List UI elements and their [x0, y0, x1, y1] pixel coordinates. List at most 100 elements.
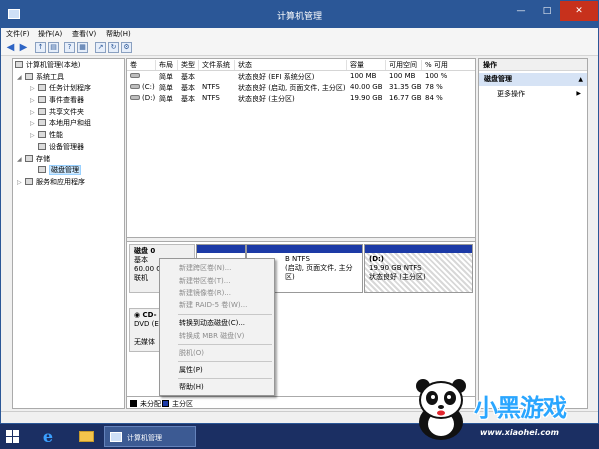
taskbar-computer-management[interactable]: 计算机管理 [104, 426, 196, 447]
menu-item-new-mirrored[interactable]: 新建镜像卷(R)... [179, 288, 231, 298]
watermark: 小黑游戏 www.xiaohei.com [402, 376, 599, 449]
title-bar[interactable]: 计算机管理 — □ ✕ [1, 1, 598, 28]
menu-item-new-raid5[interactable]: 新建 RAID-5 卷(W)... [179, 300, 247, 310]
volume-row[interactable]: 简单 基本 状态良好 (EFI 系统分区) 100 MB 100 MB 100 … [127, 72, 475, 82]
column-header-status[interactable]: 状态 [235, 60, 347, 70]
legend-swatch-unallocated [130, 400, 137, 407]
disk-management-icon [38, 166, 46, 173]
properties-icon[interactable]: ▦ [77, 42, 88, 53]
column-header-percent-free[interactable]: % 可用 [422, 60, 475, 70]
volume-row[interactable]: (C:) 简单 基本 NTFS 状态良好 (启动, 页面文件, 主分区) 40.… [127, 83, 475, 93]
partition-d-name: (D:) [369, 255, 385, 263]
legend-unallocated: 未分配 [140, 400, 161, 408]
file-explorer-icon[interactable] [74, 426, 98, 447]
close-button[interactable]: ✕ [560, 1, 598, 21]
column-header-filesystem[interactable]: 文件系统 [199, 60, 235, 70]
collapse-icon[interactable]: ◢ [17, 73, 25, 83]
menu-file[interactable]: 文件(F) [6, 29, 30, 39]
menu-view[interactable]: 查看(V) [72, 29, 96, 39]
tree-root[interactable]: 计算机管理(本地) [15, 60, 80, 70]
menu-item-new-striped[interactable]: 新建带区卷(T)... [179, 276, 230, 286]
volume-percent-free: 100 % [425, 72, 448, 80]
tree-item-services-apps[interactable]: ▷ 服务和应用程序 [17, 177, 85, 187]
expand-icon[interactable]: ▷ [30, 84, 38, 94]
menu-item-help[interactable]: 帮助(H) [179, 382, 204, 392]
navigation-tree: 计算机管理(本地) ◢ 系统工具 ▷ 任务计划程序 ▷ 事件查看器 ▷ 共享文件夹 ▷ 本… [12, 58, 125, 409]
back-arrow-icon[interactable]: ◀ [5, 42, 16, 53]
column-header-type[interactable]: 类型 [178, 60, 199, 70]
event-viewer-icon [38, 96, 46, 103]
menu-separator [178, 314, 272, 315]
submenu-arrow-icon: ▶ [576, 90, 581, 97]
legend-primary: 主分区 [172, 400, 193, 408]
expand-icon[interactable]: ▷ [17, 178, 25, 188]
volume-type: 基本 [181, 95, 195, 103]
tree-item-storage[interactable]: ◢ 存储 [17, 154, 50, 164]
services-icon [25, 178, 33, 185]
expand-icon[interactable]: ▷ [30, 108, 38, 118]
collapse-icon[interactable]: ◢ [17, 155, 25, 165]
volume-free-space: 16.77 GB [389, 94, 422, 102]
help-icon[interactable]: ? [64, 42, 75, 53]
volume-filesystem: NTFS [202, 94, 220, 102]
menu-separator [178, 344, 272, 345]
column-header-layout[interactable]: 布局 [156, 60, 178, 70]
refresh-icon[interactable]: ↻ [108, 42, 119, 53]
column-header-free-space[interactable]: 可用空间 [386, 60, 422, 70]
volume-percent-free: 78 % [425, 83, 443, 91]
settings-icon[interactable]: ⚙ [121, 42, 132, 53]
tree-item-disk-management[interactable]: 磁盘管理 [38, 165, 81, 175]
actions-pane: 操作 磁盘管理 ▲ 更多操作 ▶ [478, 58, 588, 409]
column-header-volume[interactable]: 卷 [127, 60, 156, 70]
expand-icon[interactable]: ▷ [30, 131, 38, 141]
internet-explorer-icon[interactable]: e [36, 426, 60, 447]
expand-icon[interactable]: ▷ [30, 96, 38, 106]
actions-scrollbar[interactable] [590, 58, 598, 409]
minimize-button[interactable]: — [508, 1, 534, 21]
menu-help[interactable]: 帮助(H) [106, 29, 131, 39]
tree-item-local-users[interactable]: ▷ 本地用户和组 [30, 118, 91, 128]
volume-type: 基本 [181, 84, 195, 92]
partition-d[interactable]: (D:) 19.90 GB NTFS 状态良好 (主分区) [364, 244, 473, 293]
export-icon[interactable]: ↗ [95, 42, 106, 53]
cdrom-0-name: CD- [142, 311, 157, 319]
menu-item-properties[interactable]: 属性(P) [179, 365, 203, 375]
users-icon [38, 119, 46, 126]
up-folder-icon[interactable]: ↑ [35, 42, 46, 53]
tree-item-performance[interactable]: ▷ 性能 [30, 130, 63, 140]
forward-arrow-icon[interactable]: ▶ [18, 42, 29, 53]
actions-section-disk-management[interactable]: 磁盘管理 ▲ [479, 73, 587, 86]
volume-free-space: 100 MB [389, 72, 416, 80]
menu-item-new-spanned[interactable]: 新建跨区卷(N)... [179, 263, 231, 273]
expand-icon[interactable]: ▷ [30, 119, 38, 129]
partition-d-size: 19.90 GB NTFS [369, 264, 422, 272]
tree-item-shared-folders[interactable]: ▷ 共享文件夹 [30, 107, 84, 117]
device-manager-icon [38, 143, 46, 150]
volume-layout: 简单 [159, 84, 173, 92]
volume-status: 状态良好 (启动, 页面文件, 主分区) [238, 84, 346, 92]
volume-status: 状态良好 (主分区) [238, 95, 295, 103]
volume-list-header: 卷 布局 类型 文件系统 状态 容量 可用空间 % 可用 [127, 59, 475, 71]
menu-action[interactable]: 操作(A) [38, 29, 62, 39]
volume-layout: 简单 [159, 73, 173, 81]
maximize-button[interactable]: □ [534, 1, 560, 21]
menu-item-convert-dynamic[interactable]: 转换到动态磁盘(C)... [179, 318, 245, 328]
show-hide-tree-icon[interactable]: ▤ [48, 42, 59, 53]
menu-item-offline[interactable]: 脱机(O) [179, 348, 204, 358]
collapse-icon[interactable]: ▲ [578, 73, 583, 86]
shared-folder-icon [38, 108, 46, 115]
menu-item-convert-mbr[interactable]: 转换成 MBR 磁盘(V) [179, 331, 244, 341]
storage-icon [25, 155, 33, 162]
more-actions[interactable]: 更多操作 ▶ [479, 88, 587, 100]
tree-item-system-tools[interactable]: ◢ 系统工具 [17, 72, 64, 82]
volume-row[interactable]: (D:) 简单 基本 NTFS 状态良好 (主分区) 19.90 GB 16.7… [127, 94, 475, 104]
computer-icon [15, 61, 23, 68]
tree-item-event-viewer[interactable]: ▷ 事件查看器 [30, 95, 84, 105]
volume-filesystem: NTFS [202, 83, 220, 91]
windows-start-icon[interactable] [6, 430, 20, 443]
volume-capacity: 40.00 GB [350, 83, 383, 91]
tree-item-task-scheduler[interactable]: ▷ 任务计划程序 [30, 83, 91, 93]
volume-status: 状态良好 (EFI 系统分区) [238, 73, 315, 81]
column-header-capacity[interactable]: 容量 [347, 60, 386, 70]
tree-item-device-manager[interactable]: 设备管理器 [38, 142, 84, 152]
